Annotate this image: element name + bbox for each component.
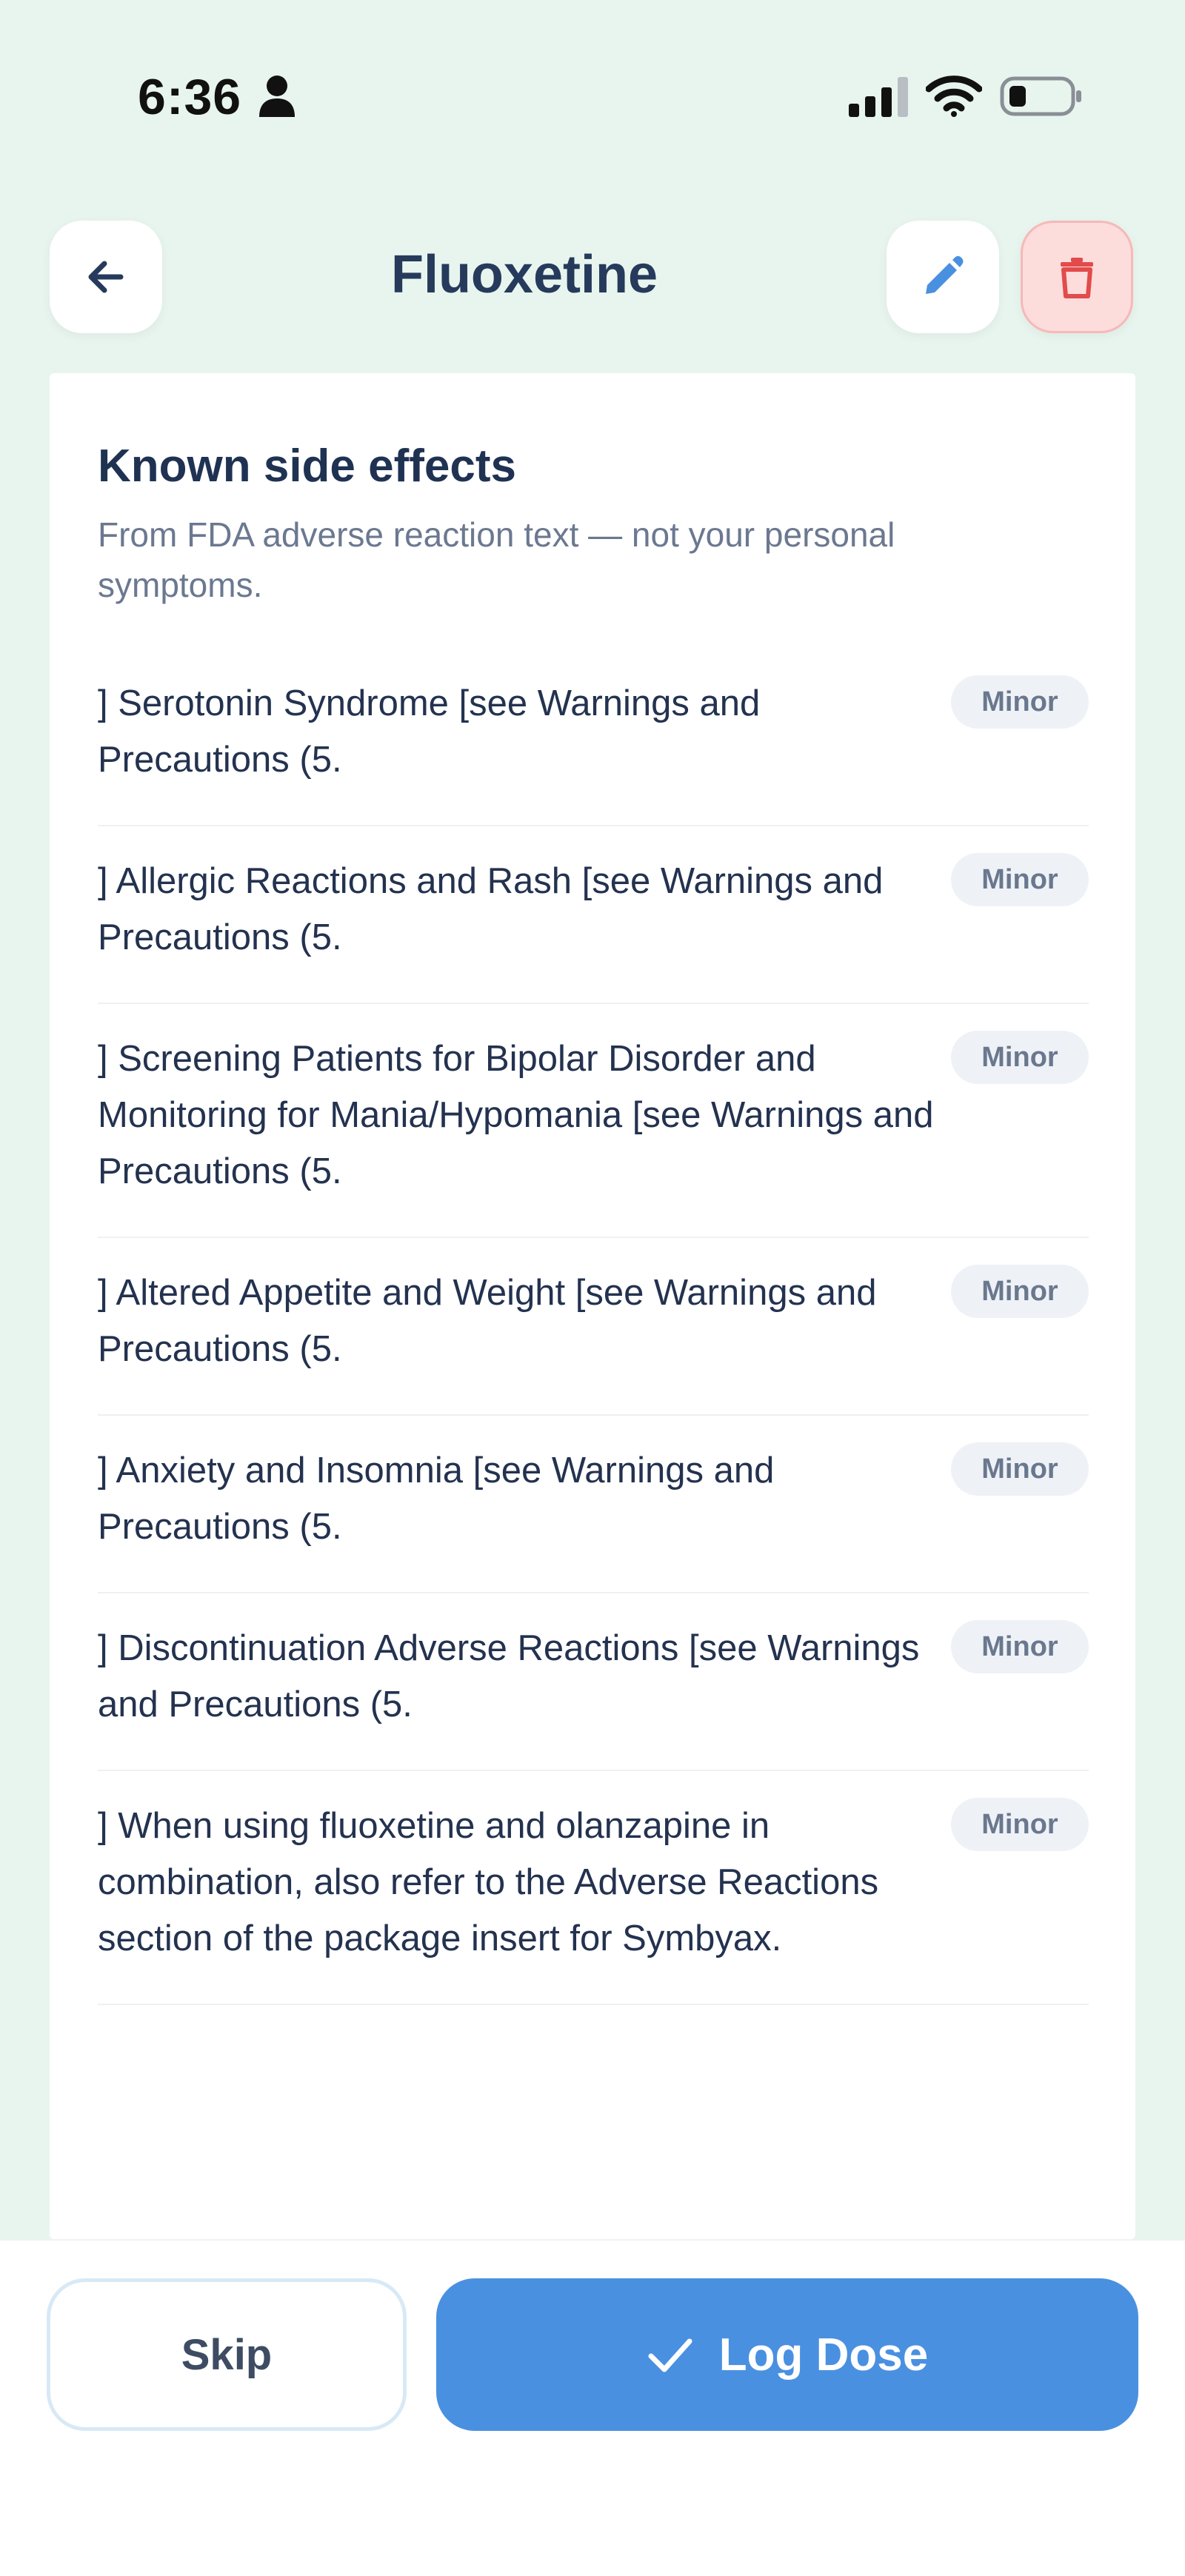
severity-badge: Minor — [951, 853, 1089, 906]
section-title: Known side effects — [98, 441, 516, 492]
side-effect-text: ] Altered Appetite and Weight [see Warni… — [98, 1273, 877, 1369]
person-icon — [259, 76, 295, 117]
side-effect-text: ] Discontinuation Adverse Reactions [see… — [98, 1628, 920, 1724]
side-effect-text: ] Anxiety and Insomnia [see Warnings and… — [98, 1451, 775, 1547]
side-effects-card: Known side effects From FDA adverse reac… — [50, 373, 1135, 2239]
battery-icon — [1000, 76, 1081, 116]
severity-badge: Minor — [951, 1442, 1089, 1496]
pencil-icon — [926, 255, 964, 294]
log-dose-button-label: Log Dose — [718, 2329, 929, 2381]
section-subtitle: From FDA adverse reaction text — not you… — [98, 515, 895, 604]
severity-badge: Minor — [951, 675, 1089, 729]
delete-button[interactable] — [1021, 221, 1133, 333]
side-effect-row: ] Altered Appetite and Weight [see Warni… — [98, 1238, 1089, 1416]
severity-badge: Minor — [951, 1620, 1089, 1673]
log-dose-button[interactable]: Log Dose — [436, 2278, 1138, 2431]
side-effect-row: ] Anxiety and Insomnia [see Warnings and… — [98, 1416, 1089, 1593]
severity-badge: Minor — [951, 1265, 1089, 1318]
skip-button[interactable]: Skip — [47, 2278, 407, 2431]
checkmark-icon — [648, 2338, 692, 2372]
side-effect-row: ] When using fluoxetine and olanzapine i… — [98, 1771, 1089, 2005]
side-effect-row: ] Serotonin Syndrome [see Warnings and P… — [98, 649, 1089, 826]
side-effect-row: ] Discontinuation Adverse Reactions [see… — [98, 1593, 1089, 1771]
severity-badge: Minor — [951, 1031, 1089, 1084]
side-effect-text: ] When using fluoxetine and olanzapine i… — [98, 1806, 879, 1958]
side-effect-text: ] Allergic Reactions and Rash [see Warni… — [98, 861, 884, 957]
side-effect-row: ] Allergic Reactions and Rash [see Warni… — [98, 826, 1089, 1004]
skip-button-label: Skip — [181, 2330, 273, 2379]
side-effect-text: ] Serotonin Syndrome [see Warnings and P… — [98, 683, 761, 780]
trash-icon — [1061, 258, 1093, 298]
wifi-icon — [926, 76, 982, 117]
cellular-signal-icon — [849, 77, 908, 117]
action-bar: Skip Log Dose — [0, 2239, 1185, 2576]
side-effect-text: ] Screening Patients for Bipolar Disorde… — [98, 1039, 934, 1191]
side-effect-row: ] Screening Patients for Bipolar Disorde… — [98, 1004, 1089, 1238]
status-time: 6:36 — [138, 69, 242, 125]
severity-badge: Minor — [951, 1798, 1089, 1851]
edit-button[interactable] — [887, 221, 999, 333]
side-effects-list: ] Serotonin Syndrome [see Warnings and P… — [98, 649, 1089, 2005]
